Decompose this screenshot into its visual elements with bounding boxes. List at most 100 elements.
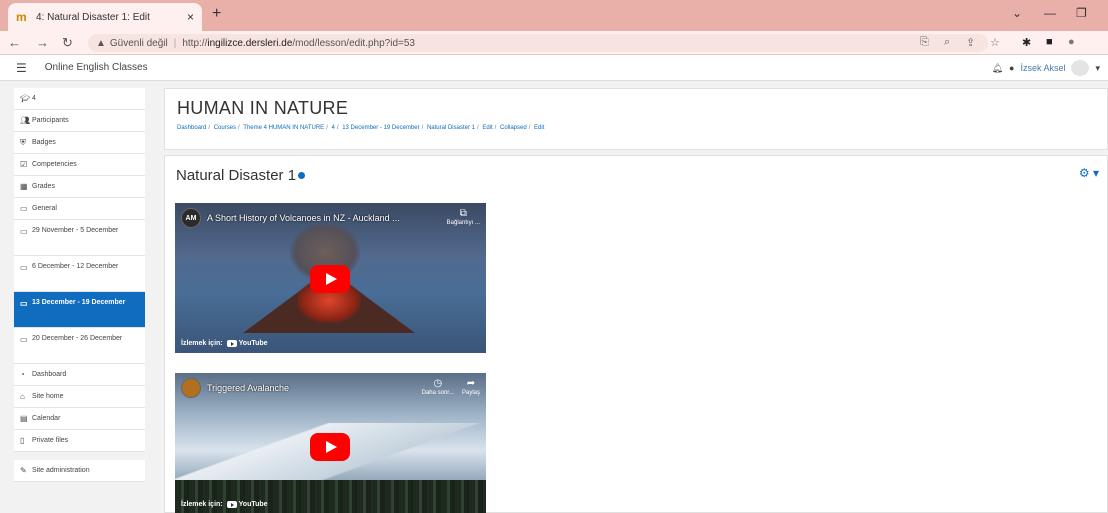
sidebar-item-week-6dec[interactable]: ▭ 6 December - 12 December (14, 256, 145, 292)
url-path: /mod/lesson/edit.php?id=53 (292, 37, 415, 49)
wrench-icon: ✎ (20, 466, 27, 475)
reload-icon[interactable]: ↻ (62, 35, 73, 51)
watch-on-youtube[interactable]: İzlemek için: YouTube (181, 340, 268, 347)
lesson-title: Natural Disaster 1 (176, 167, 306, 184)
new-tab-button[interactable]: + (212, 5, 221, 23)
sidebar-item-course[interactable]: 🎓︎ 4 (14, 88, 145, 110)
breadcrumb-item[interactable]: Natural Disaster 1 (427, 125, 475, 131)
watch-later-label: Daha sonr... (421, 390, 454, 397)
youtube-logo: YouTube (226, 340, 268, 347)
info-icon[interactable] (298, 172, 306, 179)
breadcrumb-item[interactable]: 4 (332, 125, 335, 131)
sidebar-item-label: 6 December - 12 December (32, 263, 119, 270)
breadcrumb-item[interactable]: Edit (482, 125, 492, 131)
youtube-logo-text: YouTube (238, 501, 268, 508)
zoom-icon[interactable]: ⌕ (944, 36, 950, 49)
breadcrumb-separator: / (238, 125, 240, 131)
share-icon[interactable]: ⇪ (966, 36, 975, 49)
channel-avatar[interactable]: AM (181, 208, 201, 228)
sidebar-item-calendar[interactable]: ▤ Calendar (14, 408, 145, 430)
video-thumbnail-trees (175, 480, 486, 513)
sidebar-item-label: General (32, 205, 57, 212)
tab-search-icon[interactable]: ⌄ (1012, 6, 1022, 20)
browser-tab-bar: m 4: Natural Disaster 1: Edit × + ⌄ — ❐ (0, 0, 1108, 31)
copy-link-button[interactable]: ⧉ Bağlantıyı ... (447, 208, 480, 227)
moodle-favicon-icon: m (16, 10, 27, 24)
forward-icon[interactable]: → (36, 35, 49, 50)
menu-toggle-icon[interactable]: ☰ (16, 61, 27, 75)
breadcrumb-item[interactable]: 13 December - 19 December (342, 125, 419, 131)
youtube-play-button[interactable] (310, 433, 350, 461)
watch-label: İzlemek için: (181, 340, 223, 347)
watch-later-button[interactable]: ◷ Daha sonr... (422, 378, 454, 397)
breadcrumb-item[interactable]: Theme 4 HUMAN IN NATURE (243, 125, 324, 131)
users-icon: 👥︎ (20, 116, 31, 125)
url-host: ingilizce.dersleri.de (207, 37, 293, 49)
sidebar-item-label: 20 December - 26 December (32, 335, 123, 342)
browser-address-bar: ← → ↻ ▲ Güvenli değil | http:// ingilizc… (0, 31, 1108, 55)
copy-icon: ⧉ (459, 208, 467, 220)
breadcrumb-separator: / (326, 125, 328, 131)
url-input[interactable]: ▲ Güvenli değil | http:// ingilizce.ders… (88, 34, 988, 52)
breadcrumb-item-current: Edit (534, 125, 545, 131)
sidebar-item-week-29nov[interactable]: ▭ 29 November - 5 December (14, 220, 145, 256)
video-title[interactable]: A Short History of Volcanoes in NZ - Auc… (207, 213, 439, 223)
tab-title: 4: Natural Disaster 1: Edit (36, 11, 150, 23)
lesson-title-text: Natural Disaster 1 (176, 167, 297, 184)
site-navbar: ☰ Online English Classes 🔔︎ ● İzsek Akse… (0, 55, 1108, 81)
translate-icon[interactable]: ⎘ (920, 36, 929, 49)
side-panel-icon[interactable]: ■ (1046, 36, 1053, 48)
video-title[interactable]: Triggered Avalanche (207, 383, 414, 393)
channel-avatar[interactable] (181, 378, 201, 398)
folder-icon: ▭ (20, 227, 28, 236)
youtube-logo-icon (226, 340, 237, 347)
sidebar-item-label: Calendar (32, 415, 61, 422)
sidebar-item-site-home[interactable]: ⌂ Site home (14, 386, 145, 408)
sidebar-item-participants[interactable]: 👥︎ Participants (14, 110, 145, 132)
sidebar-item-general[interactable]: ▭ General (14, 198, 145, 220)
back-icon[interactable]: ← (8, 35, 21, 50)
browser-tab[interactable]: m 4: Natural Disaster 1: Edit × (8, 3, 202, 31)
video-embed-avalanche[interactable]: Triggered Avalanche ◷ Daha sonr... ➦ Pay… (175, 373, 486, 513)
tab-close-icon[interactable]: × (187, 10, 194, 24)
check-square-icon: ☑ (20, 160, 28, 169)
notifications-bell-icon[interactable]: 🔔︎ (992, 63, 1003, 74)
profile-avatar-icon[interactable]: ● (1068, 36, 1075, 48)
bookmark-star-icon[interactable]: ☆ (990, 36, 1000, 49)
watch-on-youtube[interactable]: İzlemek için: YouTube (181, 501, 268, 508)
minimize-icon[interactable]: — (1044, 6, 1056, 20)
breadcrumb-separator: / (528, 125, 531, 131)
user-name[interactable]: İzsek Aksel (1020, 63, 1065, 73)
sidebar-item-site-administration[interactable]: ✎ Site administration (14, 460, 145, 482)
youtube-play-button[interactable] (310, 265, 350, 293)
sidebar-item-week-20dec[interactable]: ▭ 20 December - 26 December (14, 328, 145, 364)
breadcrumb-item[interactable]: Collapsed (500, 125, 527, 131)
site-name[interactable]: Online English Classes (45, 62, 148, 73)
sidebar-item-week-13dec[interactable]: ▭ 13 December - 19 December (14, 292, 145, 328)
user-dropdown-icon[interactable]: ▾ (1095, 63, 1100, 74)
file-icon: ▯ (20, 436, 25, 445)
user-avatar[interactable] (1071, 60, 1090, 76)
breadcrumb-separator: / (476, 125, 479, 131)
url-divider: | (173, 37, 177, 49)
watch-label: İzlemek için: (181, 501, 223, 508)
messages-icon[interactable]: ● (1009, 63, 1014, 73)
warning-icon: ▲ (96, 37, 106, 49)
settings-gear-icon[interactable]: ⚙ ▾ (1079, 166, 1099, 180)
home-icon: ⌂ (20, 392, 25, 401)
share-button[interactable]: ➦ Paylaş (462, 378, 480, 397)
user-menu[interactable]: 🔔︎ ● İzsek Aksel ▾ (992, 60, 1100, 76)
sidebar-item-dashboard[interactable]: ◔ Dashboard (14, 364, 145, 386)
restore-icon[interactable]: ❐ (1076, 6, 1087, 20)
sidebar-item-grades[interactable]: ▦ Grades (14, 176, 145, 198)
sidebar-item-competencies[interactable]: ☑ Competencies (14, 154, 145, 176)
breadcrumb-item[interactable]: Dashboard (177, 125, 206, 131)
breadcrumb-separator: / (494, 125, 497, 131)
sidebar-item-badges[interactable]: ⛨ Badges (14, 132, 145, 154)
video-embed-volcanoes[interactable]: AM A Short History of Volcanoes in NZ - … (175, 203, 486, 353)
breadcrumb-separator: / (336, 125, 339, 131)
sidebar-item-private-files[interactable]: ▯ Private files (14, 430, 145, 452)
breadcrumb-item[interactable]: Courses (214, 125, 236, 131)
extensions-icon[interactable]: ✱ (1022, 36, 1031, 49)
